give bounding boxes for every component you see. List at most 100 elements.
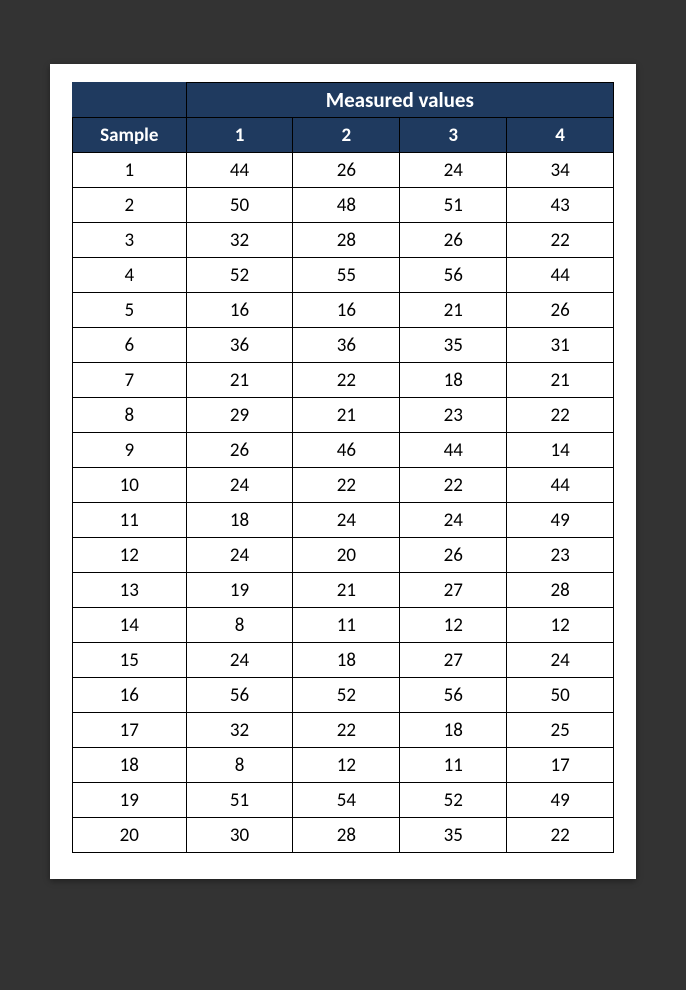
table-row: 1024222244 (73, 468, 614, 503)
cell-value: 19 (186, 573, 293, 608)
cell-value: 26 (293, 153, 400, 188)
cell-value: 18 (293, 643, 400, 678)
cell-sample: 4 (73, 258, 187, 293)
cell-value: 36 (186, 328, 293, 363)
cell-value: 36 (293, 328, 400, 363)
cell-value: 16 (186, 293, 293, 328)
cell-value: 22 (507, 223, 614, 258)
cell-sample: 2 (73, 188, 187, 223)
table-row: 636363531 (73, 328, 614, 363)
cell-value: 20 (293, 538, 400, 573)
cell-value: 32 (186, 713, 293, 748)
cell-value: 28 (507, 573, 614, 608)
cell-value: 24 (186, 468, 293, 503)
cell-value: 28 (293, 223, 400, 258)
cell-value: 51 (186, 783, 293, 818)
cell-value: 12 (293, 748, 400, 783)
measured-values-table: Measured values Sample 1 2 3 4 144262434… (72, 82, 614, 853)
cell-value: 51 (400, 188, 507, 223)
cell-value: 23 (507, 538, 614, 573)
cell-value: 50 (507, 678, 614, 713)
cell-value: 24 (400, 503, 507, 538)
cell-value: 34 (507, 153, 614, 188)
cell-value: 50 (186, 188, 293, 223)
cell-value: 24 (186, 643, 293, 678)
cell-value: 55 (293, 258, 400, 293)
cell-sample: 1 (73, 153, 187, 188)
cell-value: 30 (186, 818, 293, 853)
table-row: 188121117 (73, 748, 614, 783)
cell-value: 21 (293, 573, 400, 608)
cell-value: 24 (186, 538, 293, 573)
header-col-2: 2 (293, 118, 400, 153)
cell-value: 21 (400, 293, 507, 328)
cell-sample: 8 (73, 398, 187, 433)
cell-value: 35 (400, 818, 507, 853)
cell-value: 26 (186, 433, 293, 468)
cell-value: 43 (507, 188, 614, 223)
cell-value: 24 (507, 643, 614, 678)
cell-value: 26 (400, 538, 507, 573)
table-row: 829212322 (73, 398, 614, 433)
cell-value: 32 (186, 223, 293, 258)
cell-value: 12 (507, 608, 614, 643)
cell-value: 31 (507, 328, 614, 363)
cell-value: 26 (507, 293, 614, 328)
cell-value: 52 (400, 783, 507, 818)
table-row: 250485143 (73, 188, 614, 223)
cell-value: 54 (293, 783, 400, 818)
cell-value: 21 (186, 363, 293, 398)
cell-value: 17 (507, 748, 614, 783)
cell-sample: 7 (73, 363, 187, 398)
table-row: 144262434 (73, 153, 614, 188)
cell-sample: 10 (73, 468, 187, 503)
table-row: 2030283522 (73, 818, 614, 853)
cell-value: 24 (293, 503, 400, 538)
cell-value: 12 (400, 608, 507, 643)
cell-value: 18 (400, 363, 507, 398)
cell-value: 44 (507, 258, 614, 293)
cell-value: 22 (293, 363, 400, 398)
header-corner-blank (73, 83, 187, 118)
cell-value: 44 (186, 153, 293, 188)
header-sample: Sample (73, 118, 187, 153)
table-row: 1951545249 (73, 783, 614, 818)
cell-value: 46 (293, 433, 400, 468)
table-row: 1656525650 (73, 678, 614, 713)
cell-sample: 12 (73, 538, 187, 573)
cell-value: 14 (507, 433, 614, 468)
table-row: 1524182724 (73, 643, 614, 678)
cell-sample: 15 (73, 643, 187, 678)
table-row: 926464414 (73, 433, 614, 468)
cell-value: 16 (293, 293, 400, 328)
cell-value: 18 (186, 503, 293, 538)
cell-value: 22 (507, 398, 614, 433)
cell-value: 49 (507, 783, 614, 818)
table-row: 148111212 (73, 608, 614, 643)
cell-value: 56 (186, 678, 293, 713)
table-row: 1732221825 (73, 713, 614, 748)
cell-sample: 13 (73, 573, 187, 608)
cell-value: 11 (400, 748, 507, 783)
cell-sample: 6 (73, 328, 187, 363)
cell-value: 35 (400, 328, 507, 363)
document-page: Measured values Sample 1 2 3 4 144262434… (50, 64, 636, 879)
cell-value: 22 (400, 468, 507, 503)
cell-sample: 18 (73, 748, 187, 783)
cell-value: 56 (400, 678, 507, 713)
cell-value: 22 (293, 713, 400, 748)
cell-sample: 5 (73, 293, 187, 328)
cell-value: 22 (507, 818, 614, 853)
cell-value: 8 (186, 608, 293, 643)
table-row: 516162126 (73, 293, 614, 328)
cell-value: 24 (400, 153, 507, 188)
cell-sample: 20 (73, 818, 187, 853)
cell-value: 27 (400, 643, 507, 678)
cell-value: 52 (186, 258, 293, 293)
cell-value: 27 (400, 573, 507, 608)
header-col-3: 3 (400, 118, 507, 153)
cell-value: 29 (186, 398, 293, 433)
table-row: 1118242449 (73, 503, 614, 538)
cell-value: 52 (293, 678, 400, 713)
cell-value: 28 (293, 818, 400, 853)
